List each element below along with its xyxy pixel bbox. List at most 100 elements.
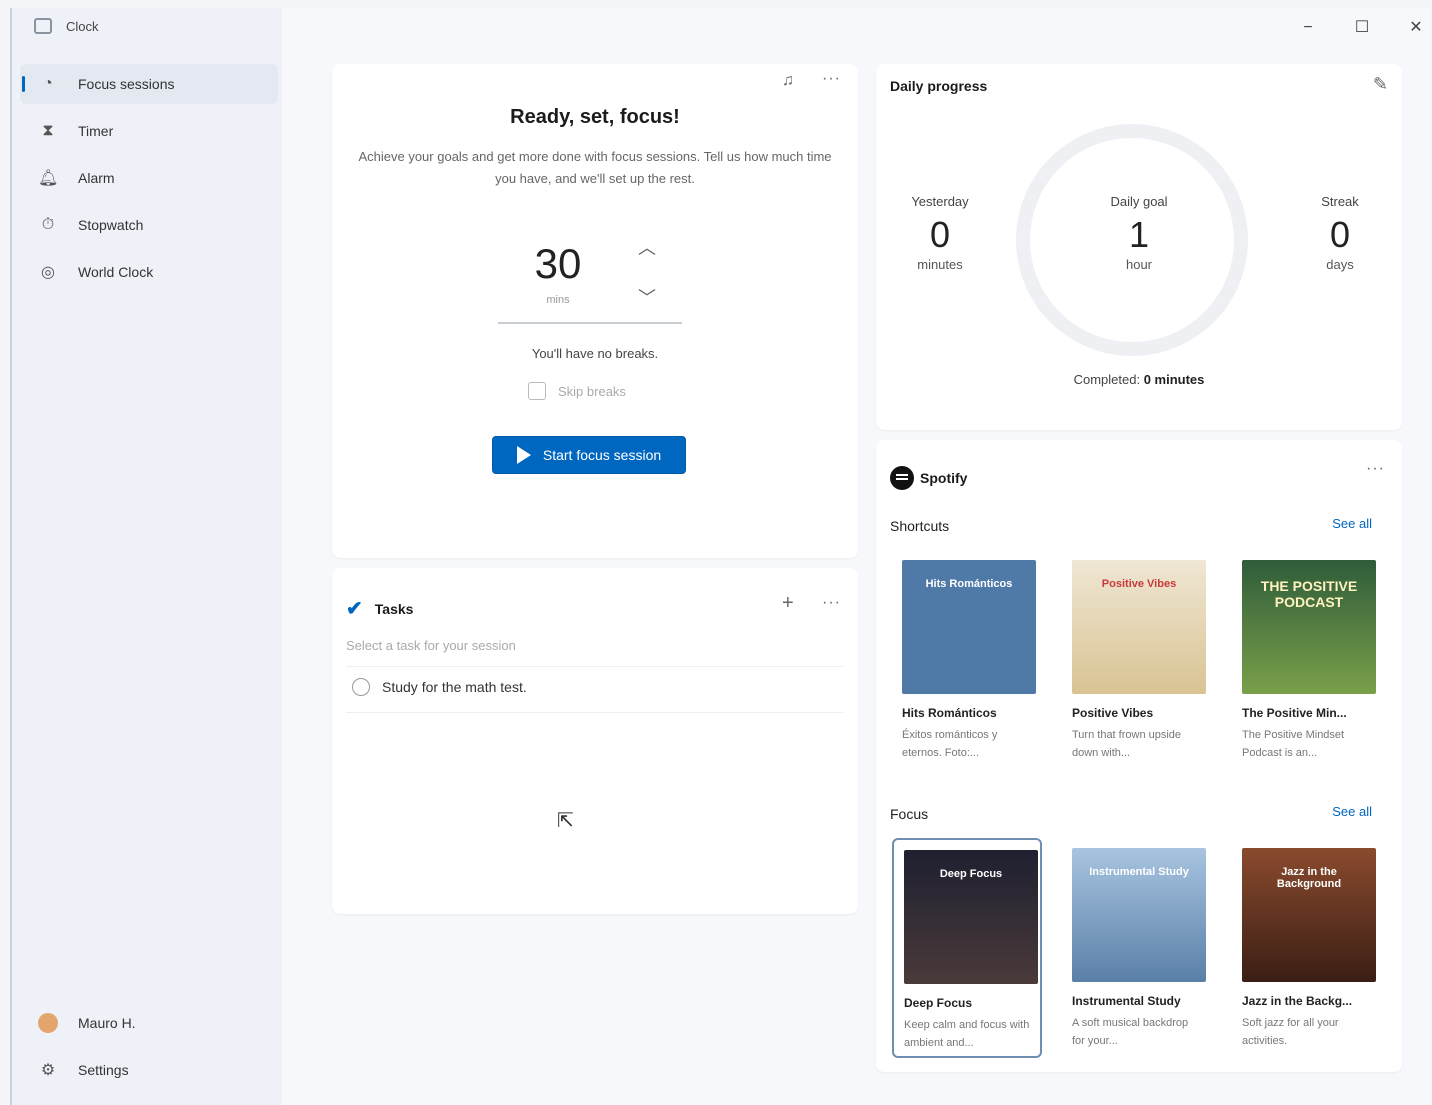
focus-title: Ready, set, focus! xyxy=(510,106,680,128)
album-art: Deep Focus xyxy=(904,850,1038,984)
playlist-name: The Positive Min... xyxy=(1242,706,1347,720)
chevron-up-icon[interactable]: ︿ xyxy=(638,234,656,260)
divider xyxy=(346,666,844,667)
close-button[interactable]: ✕ xyxy=(1404,16,1428,40)
album-art: Positive Vibes xyxy=(1072,560,1206,694)
shortcuts-see-all-link[interactable]: See all xyxy=(1332,516,1372,531)
playlist-name: Positive Vibes xyxy=(1072,706,1154,720)
playlist-tile[interactable]: Positive Vibes Positive Vibes Turn that … xyxy=(1062,550,1212,770)
completed-value: 0 minutes xyxy=(1143,372,1205,387)
playlist-tile[interactable]: Jazz in the Background Jazz in the Backg… xyxy=(1232,838,1382,1058)
sidebar-item-label: World Clock xyxy=(78,264,154,280)
stat-daily-goal: Daily goal 1 hour xyxy=(1079,194,1199,272)
sidebar-item-alarm[interactable]: 🔔︎ Alarm xyxy=(20,158,278,198)
stat-streak: Streak 0 days xyxy=(1280,194,1400,272)
app-title-bar: Clock xyxy=(34,18,99,34)
playlist-name: Deep Focus xyxy=(904,996,973,1010)
sidebar: Clock ◔ Focus sessions ⧗ Timer 🔔︎ Alarm … xyxy=(12,8,282,1105)
hourglass-icon: ⧗ xyxy=(42,122,54,139)
playlist-desc: The Positive Mindset Podcast is an... xyxy=(1242,729,1345,759)
album-art: Hits Románticos xyxy=(902,560,1036,694)
sidebar-item-focus-sessions[interactable]: ◔ Focus sessions xyxy=(20,64,278,104)
spotify-logo-icon xyxy=(890,466,914,490)
skip-breaks-checkbox[interactable] xyxy=(528,382,546,400)
minutes-value[interactable]: 30 xyxy=(498,240,618,288)
task-item[interactable]: Study for the math test. xyxy=(352,678,527,696)
stat-value: 1 xyxy=(1128,214,1150,255)
spotify-title: Spotify xyxy=(920,470,968,486)
nav-menu: ◔ Focus sessions ⧗ Timer 🔔︎ Alarm ⏱︎ Sto… xyxy=(20,64,278,299)
avatar xyxy=(38,1013,58,1033)
start-focus-label: Start focus session xyxy=(542,447,662,463)
sidebar-item-timer[interactable]: ⧗ Timer xyxy=(20,111,278,151)
divider xyxy=(346,712,844,713)
playlist-desc: A soft musical backdrop for your... xyxy=(1072,1017,1189,1047)
playlist-tile[interactable]: THE POSITIVE PODCAST The Positive Min...… xyxy=(1232,550,1382,770)
breaks-info: You'll have no breaks. xyxy=(531,346,659,361)
sidebar-item-label: Alarm xyxy=(78,170,115,186)
clock-app-icon xyxy=(34,18,52,34)
stat-unit: days xyxy=(1326,257,1354,272)
album-art-text: Instrumental Study xyxy=(1089,866,1189,878)
app-title: Clock xyxy=(66,18,99,34)
stat-yesterday: Yesterday 0 minutes xyxy=(880,194,1000,272)
tasks-title: Tasks xyxy=(374,600,414,617)
edit-pencil-icon[interactable]: ✎ xyxy=(1373,74,1388,95)
more-options-icon[interactable]: ··· xyxy=(1366,460,1385,478)
focus-icon: ◔ xyxy=(43,75,53,92)
task-radio[interactable] xyxy=(352,678,370,696)
focus-see-all-link[interactable]: See all xyxy=(1332,804,1372,819)
focus-description: Achieve your goals and get more done wit… xyxy=(358,149,832,186)
tasks-subtitle: Select a task for your session xyxy=(346,638,516,653)
playlist-desc: Turn that frown upside down with... xyxy=(1072,729,1182,759)
playlist-desc: Éxitos románticos y eternos. Foto:... xyxy=(902,729,998,759)
shortcuts-title: Shortcuts xyxy=(890,518,950,534)
stat-value: 0 xyxy=(1329,214,1351,255)
tasks-header: ✔ Tasks xyxy=(346,596,413,621)
checkmark-icon: ✔ xyxy=(346,598,363,620)
album-art: THE POSITIVE PODCAST xyxy=(1242,560,1376,694)
stat-value: 0 xyxy=(929,214,951,255)
user-account[interactable]: Mauro H. xyxy=(20,1003,278,1043)
focus-section-title: Focus xyxy=(890,806,929,822)
spotify-toggle-icon[interactable]: ♫ xyxy=(782,72,795,90)
playlist-tile[interactable]: Instrumental Study Instrumental Study A … xyxy=(1062,838,1212,1058)
spotify-header: Spotify xyxy=(890,466,967,490)
chevron-down-icon[interactable]: ﹀ xyxy=(638,284,656,310)
clock-window: Clock ◔ Focus sessions ⧗ Timer 🔔︎ Alarm … xyxy=(10,8,1430,1105)
album-art-text: THE POSITIVE PODCAST xyxy=(1260,578,1358,610)
sidebar-item-label: Focus sessions xyxy=(78,76,175,92)
album-art-text: Jazz in the Background xyxy=(1276,866,1342,890)
sidebar-item-label: Timer xyxy=(78,123,114,139)
stopwatch-icon: ⏱︎ xyxy=(41,216,55,233)
skip-breaks-label: Skip breaks xyxy=(558,383,626,399)
playlist-tile[interactable]: Deep Focus Deep Focus Keep calm and focu… xyxy=(892,838,1042,1058)
mouse-cursor-icon: ⇱ xyxy=(557,810,574,832)
start-focus-button[interactable]: Start focus session xyxy=(492,436,686,474)
more-options-icon[interactable]: ··· xyxy=(822,594,841,612)
maximize-button[interactable]: ☐ xyxy=(1350,16,1374,40)
completed-label: Completed: xyxy=(1073,372,1141,387)
daily-progress-card: Daily progress ✎ Yesterday 0 minutes Dai… xyxy=(876,64,1402,430)
minutes-unit: mins xyxy=(546,294,570,306)
album-art-text: Deep Focus xyxy=(939,868,1003,880)
add-task-icon[interactable]: + xyxy=(782,592,795,615)
playlist-tile[interactable]: Hits Románticos Hits Románticos Éxitos r… xyxy=(892,550,1042,770)
stat-label: Yesterday xyxy=(911,194,969,209)
sidebar-item-stopwatch[interactable]: ⏱︎ Stopwatch xyxy=(20,205,278,245)
bell-icon: 🔔︎ xyxy=(38,170,59,187)
playlist-name: Hits Románticos xyxy=(902,706,997,720)
skip-breaks-option[interactable]: Skip breaks xyxy=(528,382,626,400)
more-options-icon[interactable]: ··· xyxy=(822,70,841,88)
playlist-name: Jazz in the Backg... xyxy=(1242,994,1353,1008)
stat-label: Daily goal xyxy=(1110,194,1168,209)
task-label: Study for the math test. xyxy=(382,679,527,695)
bottom-nav: Mauro H. ⚙ Settings xyxy=(20,1003,278,1097)
time-picker[interactable]: 30 mins ︿ ﹀ xyxy=(498,232,682,324)
minimize-button[interactable]: − xyxy=(1296,16,1320,40)
playlist-desc: Soft jazz for all your activities. xyxy=(1242,1017,1339,1047)
sidebar-item-settings[interactable]: ⚙ Settings xyxy=(20,1050,278,1090)
globe-icon: ◎ xyxy=(41,264,55,281)
play-icon xyxy=(516,446,531,464)
sidebar-item-world-clock[interactable]: ◎ World Clock xyxy=(20,252,278,292)
